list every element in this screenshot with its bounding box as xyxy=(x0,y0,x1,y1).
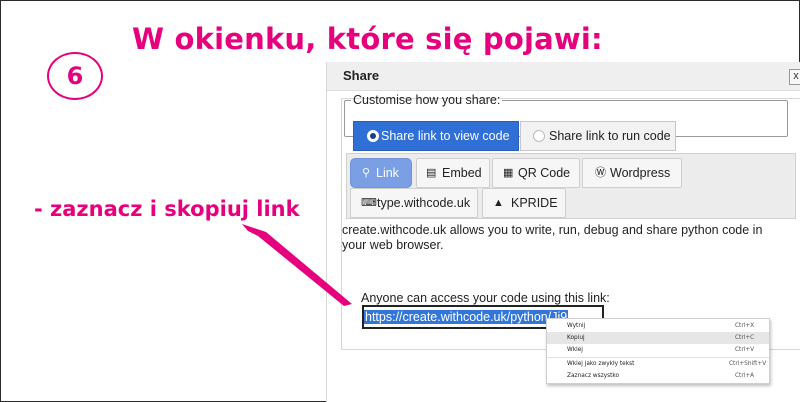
link-icon: ⚲ xyxy=(362,167,371,179)
menu-item-paste[interactable]: Wklej Ctrl+V xyxy=(547,344,769,356)
menu-item-shortcut: Ctrl+A xyxy=(735,373,755,379)
radio-unselected-icon xyxy=(533,130,545,142)
tab-embed[interactable]: ▤ Embed xyxy=(416,158,490,188)
menu-item-shortcut: Ctrl+X xyxy=(735,323,755,329)
tab-qr-code[interactable]: ▦ QR Code xyxy=(492,158,580,188)
graduation-cap-icon: ▲ xyxy=(493,197,504,209)
customise-fieldset: Customise how you share: Share link to v… xyxy=(344,93,788,151)
dialog-body: Customise how you share: Share link to v… xyxy=(341,93,800,350)
share-link-text: https://create.withcode.uk/python/Jj9 xyxy=(364,310,569,324)
tab-wordpress[interactable]: Ⓦ Wordpress xyxy=(582,158,682,188)
menu-item-shortcut: Ctrl+Shift+V xyxy=(729,361,767,367)
tab-qr-label: QR Code xyxy=(518,166,571,180)
embed-icon: ▤ xyxy=(426,167,437,179)
menu-item-shortcut: Ctrl+V xyxy=(735,347,755,353)
step-number-badge: 6 xyxy=(47,52,103,100)
tab-type-label: type.withcode.uk xyxy=(377,196,471,210)
menu-item-label: Zaznacz wszystko xyxy=(567,373,620,379)
menu-item-label: Kopiuj xyxy=(567,335,585,341)
tab-link[interactable]: ⚲ Link xyxy=(350,158,412,188)
tab-embed-label: Embed xyxy=(442,166,482,180)
tab-kpride-label: KPRIDE xyxy=(511,196,558,210)
share-run-label: Share link to run code xyxy=(549,129,671,143)
menu-item-select-all[interactable]: Zaznacz wszystko Ctrl+A xyxy=(547,370,769,382)
share-description: create.withcode.uk allows you to write, … xyxy=(342,223,763,252)
qr-icon: ▦ xyxy=(503,167,514,179)
link-access-label: Anyone can access your code using this l… xyxy=(361,291,610,305)
menu-item-paste-plain[interactable]: Wklej jako zwykły tekst Ctrl+Shift+V xyxy=(547,358,769,370)
menu-item-cut[interactable]: Wytnij Ctrl+X xyxy=(547,320,769,332)
dialog-title: Share xyxy=(343,68,380,83)
menu-item-label: Wklej jako zwykły tekst xyxy=(567,361,635,367)
customise-legend: Customise how you share: xyxy=(353,93,501,107)
menu-item-shortcut: Ctrl+C xyxy=(735,335,755,341)
instruction-heading: W okienku, które się pojawi: xyxy=(132,22,603,56)
keyboard-icon: ⌨ xyxy=(361,197,377,209)
context-menu: Wytnij Ctrl+X Kopiuj Ctrl+C Wklej Ctrl+V… xyxy=(546,318,770,384)
dialog-header: Share x xyxy=(327,62,800,91)
tab-link-label: Link xyxy=(376,166,399,180)
menu-item-label: Wklej xyxy=(567,347,583,353)
share-run-radio[interactable]: Share link to run code xyxy=(520,121,676,151)
tab-wordpress-label: Wordpress xyxy=(610,166,671,180)
menu-item-copy[interactable]: Kopiuj Ctrl+C xyxy=(547,332,769,344)
radio-selected-icon xyxy=(367,130,379,142)
tab-kpride[interactable]: ▲ KPRIDE xyxy=(482,188,566,218)
tab-type-withcode[interactable]: ⌨ type.withcode.uk xyxy=(350,188,478,218)
share-tabs: ⚲ Link ▤ Embed ▦ QR Code Ⓦ Wordpress ⌨ t… xyxy=(346,153,796,219)
share-view-label: Share link to view code xyxy=(381,129,510,143)
close-icon[interactable]: x xyxy=(789,69,800,85)
share-view-radio[interactable]: Share link to view code xyxy=(353,121,519,151)
instruction-note: - zaznacz i skopiuj link xyxy=(34,197,300,221)
wordpress-icon: Ⓦ xyxy=(595,167,606,179)
menu-item-label: Wytnij xyxy=(567,323,586,329)
